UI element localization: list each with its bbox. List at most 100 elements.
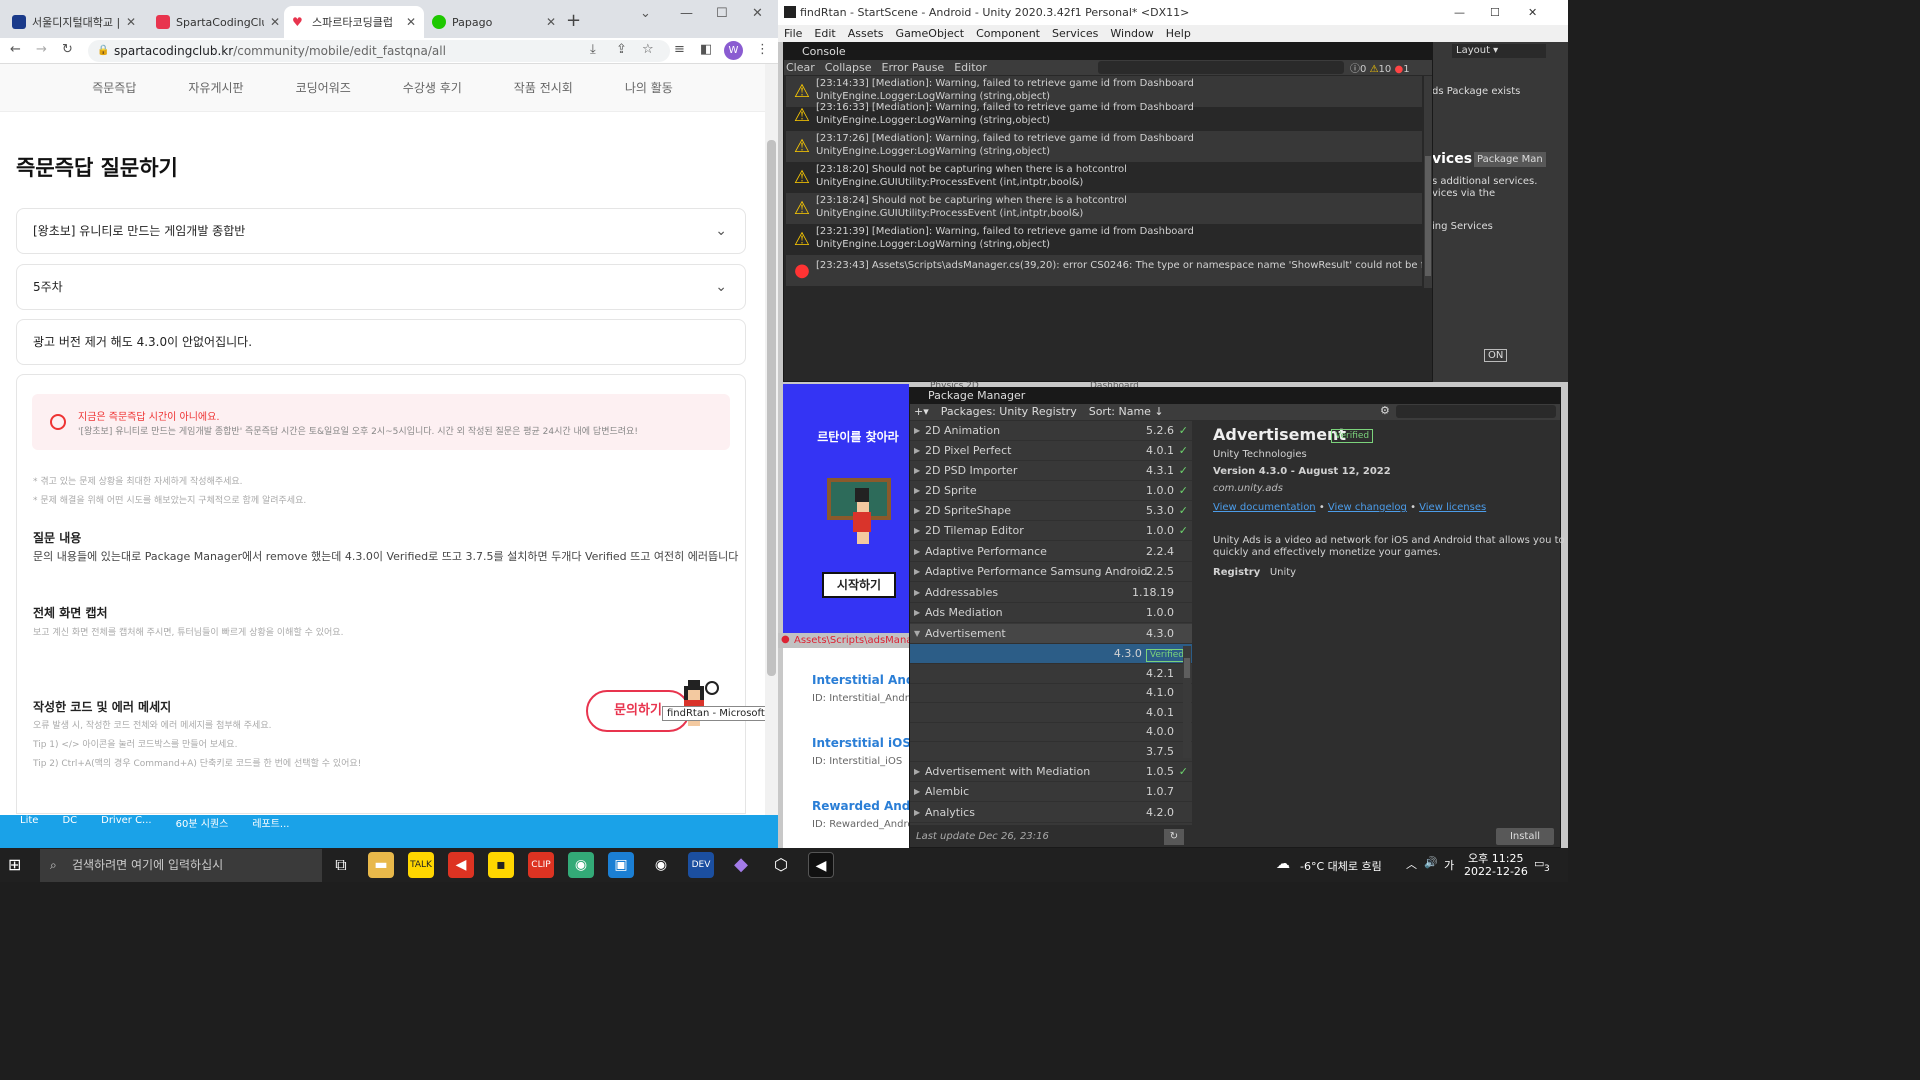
gear-icon[interactable]: ⚙: [1380, 404, 1390, 417]
package-manager-tab[interactable]: Package Manager: [910, 388, 1560, 404]
inspector-item-title[interactable]: Interstitial iOS: [812, 736, 911, 750]
refresh-icon[interactable]: ↻: [1164, 829, 1184, 845]
clip-studio-icon[interactable]: CLIP: [528, 852, 554, 878]
desktop-icon-label[interactable]: 레포트...: [252, 815, 289, 830]
menu-window[interactable]: Window: [1110, 25, 1153, 42]
reading-list-icon[interactable]: ≡: [674, 42, 685, 57]
close-tab-icon[interactable]: ✕: [546, 15, 556, 29]
console-scrollbar[interactable]: [1424, 76, 1432, 288]
forward-icon[interactable]: →: [36, 42, 47, 57]
start-game-button[interactable]: 시작하기: [822, 572, 896, 598]
version-row[interactable]: 4.0.0: [910, 722, 1192, 742]
desktop-icon-label[interactable]: Lite: [20, 815, 38, 826]
profile-avatar[interactable]: W: [724, 41, 743, 60]
error-icon[interactable]: ●: [1394, 64, 1403, 75]
expand-arrow-icon[interactable]: ▶: [914, 762, 920, 782]
console-log-row-error[interactable]: ● [23:23:43] Assets\Scripts\adsManager.c…: [786, 255, 1422, 286]
maximize-icon[interactable]: ☐: [1490, 0, 1500, 25]
menu-help[interactable]: Help: [1166, 25, 1191, 42]
console-log-row[interactable]: ⚠ [23:18:20] Should not be capturing whe…: [786, 162, 1422, 193]
app-icon[interactable]: ◀: [448, 852, 474, 878]
expand-arrow-icon[interactable]: ▶: [914, 542, 920, 562]
bookmark-star-icon[interactable]: ☆: [642, 42, 654, 57]
windows-start-icon[interactable]: ⊞: [8, 855, 28, 875]
version-row[interactable]: 4.1.0: [910, 683, 1192, 703]
collapse-button[interactable]: Collapse: [825, 60, 872, 75]
expand-arrow-icon[interactable]: ▶: [914, 782, 920, 802]
kebab-menu-icon[interactable]: ⋮: [756, 42, 769, 57]
package-row[interactable]: ▶ Adaptive Performance Samsung Android 2.2…: [910, 562, 1192, 582]
version-row[interactable]: 3.7.5: [910, 742, 1192, 762]
console-log-row[interactable]: ⚠ [23:16:33] [Mediation]: Warning, faile…: [786, 100, 1422, 131]
scrollbar-thumb[interactable]: [1184, 658, 1190, 678]
expand-arrow-icon[interactable]: ▶: [914, 481, 920, 501]
console-search-input[interactable]: [1098, 61, 1344, 74]
package-row[interactable]: ▶ 2D SpriteShape 5.3.0 ✓: [910, 501, 1192, 521]
view-licenses-link[interactable]: View licenses: [1419, 502, 1486, 513]
package-row[interactable]: ▶ Analytics 4.2.0: [910, 803, 1192, 823]
expand-arrow-icon[interactable]: ▶: [914, 803, 920, 823]
expand-arrow-icon[interactable]: ▶: [914, 461, 920, 481]
tab-sparta-club[interactable]: ♥ 스파르타코딩클럽 ✕: [284, 6, 424, 38]
course-select[interactable]: [왕초보] 유니티로 만드는 게임개발 종합반 ⌄: [16, 208, 746, 254]
minimize-icon[interactable]: —: [1454, 0, 1465, 25]
view-changelog-link[interactable]: View changelog: [1328, 502, 1407, 513]
console-log-row[interactable]: ⚠ [23:17:26] [Mediation]: Warning, faile…: [786, 131, 1422, 162]
maximize-icon[interactable]: ☐: [716, 6, 728, 21]
package-row[interactable]: ▶ Adaptive Performance 2.2.4: [910, 542, 1192, 562]
package-row[interactable]: ▶ Advertisement with Mediation 1.0.5 ✓: [910, 762, 1192, 782]
version-row[interactable]: 4.0.1: [910, 703, 1192, 723]
clear-button[interactable]: Clear: [786, 60, 815, 75]
scrollbar-thumb[interactable]: [767, 140, 776, 676]
question-content-editor[interactable]: 문의 내용들에 있는대로 Package Manager에서 remove 했는…: [33, 548, 738, 564]
tab-papago[interactable]: Papago ✕: [424, 6, 564, 38]
minimize-icon[interactable]: —: [680, 6, 693, 21]
desktop-icon-label[interactable]: DC: [62, 815, 77, 826]
back-icon[interactable]: ←: [10, 42, 21, 57]
chrome-icon[interactable]: ◉: [648, 852, 674, 878]
question-title-input[interactable]: 광고 버전 제거 해도 4.3.0이 안없어집니다.: [16, 319, 746, 365]
warning-icon[interactable]: ⚠: [1370, 64, 1379, 75]
console-log-row[interactable]: ⚠ [23:18:24] Should not be capturing whe…: [786, 193, 1422, 224]
expand-arrow-icon[interactable]: ▶: [914, 441, 920, 461]
console-tab[interactable]: Console: [784, 43, 1432, 60]
app-icon[interactable]: ▣: [608, 852, 634, 878]
package-row[interactable]: ▶ Addressables 1.18.19: [910, 583, 1192, 603]
package-row[interactable]: ▶ 2D Animation 5.2.6 ✓: [910, 421, 1192, 441]
expand-arrow-icon[interactable]: ▶: [914, 603, 920, 623]
side-panel-icon[interactable]: ◧: [700, 42, 712, 57]
package-row[interactable]: ▶ Ads Mediation 1.0.0: [910, 603, 1192, 623]
editor-dropdown[interactable]: Editor: [954, 60, 987, 75]
close-tab-icon[interactable]: ✕: [270, 15, 280, 29]
package-row[interactable]: ▶ 2D Pixel Perfect 4.0.1 ✓: [910, 441, 1192, 461]
package-row[interactable]: ▶ 2D Sprite 1.0.0 ✓: [910, 481, 1192, 501]
menu-gameobject[interactable]: GameObject: [896, 25, 965, 42]
version-row-selected[interactable]: 4.3.0 Verified: [910, 644, 1192, 664]
nav-item-awards[interactable]: 코딩어워즈: [296, 79, 351, 96]
error-pause-button[interactable]: Error Pause: [882, 60, 945, 75]
new-tab-icon[interactable]: +: [566, 10, 581, 31]
close-window-icon[interactable]: ✕: [1528, 0, 1537, 25]
info-icon[interactable]: ⓘ: [1350, 64, 1360, 75]
expand-arrow-icon[interactable]: ▶: [914, 521, 920, 541]
nav-item-gallery[interactable]: 작품 전시회: [514, 79, 573, 96]
menu-component[interactable]: Component: [976, 25, 1040, 42]
packages-source-dropdown[interactable]: Packages: Unity Registry: [941, 404, 1077, 420]
visual-studio-icon[interactable]: ◆: [728, 852, 754, 878]
add-package-icon[interactable]: +▾: [914, 404, 929, 420]
layout-dropdown[interactable]: Layout ▾: [1452, 44, 1546, 58]
address-bar[interactable]: 🔒 spartacodingclub.kr/community/mobile/e…: [88, 40, 670, 62]
chrome-profile-icon[interactable]: ◉: [568, 852, 594, 878]
close-tab-icon[interactable]: ✕: [406, 15, 416, 29]
taskbar-search-input[interactable]: ⌕ 검색하려면 여기에 입력하십시: [40, 849, 322, 882]
console-log-row[interactable]: ⚠ [23:21:39] [Mediation]: Warning, faile…: [786, 224, 1422, 255]
package-row-expanded[interactable]: ▼ Advertisement 4.3.0: [910, 624, 1192, 644]
desktop-icon-label[interactable]: Driver C...: [101, 815, 151, 826]
close-tab-icon[interactable]: ✕: [126, 15, 136, 29]
unity-hub-icon[interactable]: ⬡: [768, 852, 794, 878]
collapse-arrow-icon[interactable]: ▼: [914, 624, 920, 644]
ime-icon[interactable]: 가: [1444, 857, 1454, 873]
file-explorer-icon[interactable]: ▬: [368, 852, 394, 878]
scrollbar-thumb[interactable]: [1425, 156, 1431, 276]
desktop-icon-label[interactable]: 60분 시퀀스: [176, 815, 229, 830]
